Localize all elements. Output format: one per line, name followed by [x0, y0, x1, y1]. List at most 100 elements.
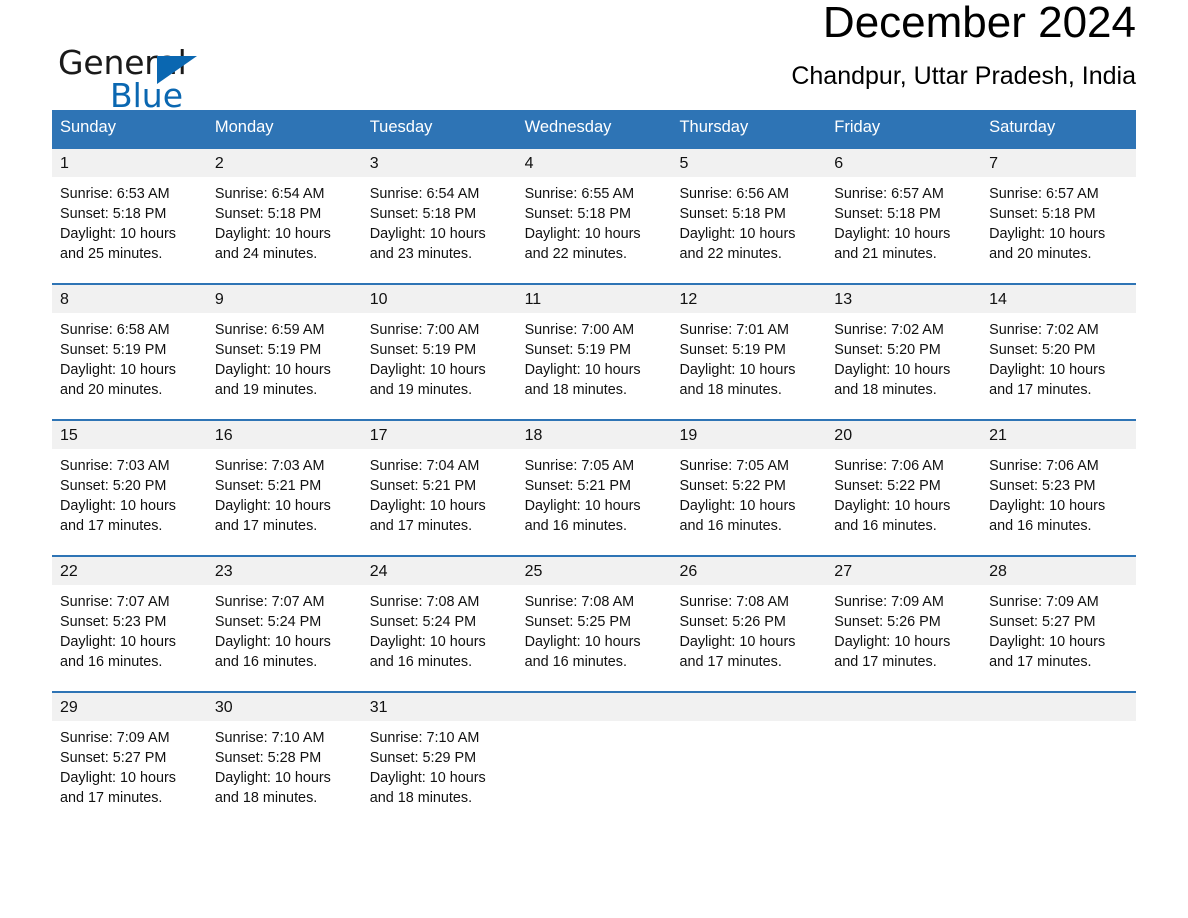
day-number: 27	[826, 556, 982, 585]
sunset-text: Sunset: 5:18 PM	[524, 205, 631, 222]
day-cell[interactable]: 31 Sunrise: 7:10 AM Sunset: 5:29 PM Dayligh…	[361, 692, 517, 827]
day-details: Sunrise: 7:09 AM Sunset: 5:27 PM Daylight:…	[981, 585, 1136, 672]
sunrise-text: Sunrise: 7:09 AM	[60, 729, 170, 746]
daylight-text-line2: and 19 minutes.	[369, 381, 473, 398]
sunset-text: Sunset: 5:25 PM	[524, 613, 631, 630]
day-cell[interactable]: 25 Sunrise: 7:08 AM Sunset: 5:25 PM Dayligh…	[516, 556, 672, 691]
daylight-text-line2: and 18 minutes.	[369, 789, 473, 806]
day-details: Sunrise: 6:59 AM Sunset: 5:19 PM Daylight:…	[207, 313, 362, 400]
daylight-text-line2: and 22 minutes.	[524, 245, 627, 262]
day-cell[interactable]: 21 Sunrise: 7:06 AM Sunset: 5:23 PM Dayligh…	[981, 420, 1137, 555]
sunset-text: Sunset: 5:27 PM	[60, 749, 167, 766]
day-cell-empty	[981, 692, 1137, 827]
day-cell[interactable]: 12 Sunrise: 7:01 AM Sunset: 5:19 PM Dayligh…	[671, 284, 827, 419]
daylight-text-line1: Daylight: 10 hours	[834, 497, 951, 514]
sunset-text: Sunset: 5:24 PM	[369, 613, 477, 630]
sunset-text: Sunset: 5:21 PM	[524, 477, 631, 494]
day-cell[interactable]: 27 Sunrise: 7:09 AM Sunset: 5:26 PM Dayligh…	[826, 556, 982, 691]
sunrise-text: Sunrise: 6:55 AM	[524, 185, 635, 202]
day-number: 30	[206, 692, 362, 721]
day-cell[interactable]: 9 Sunrise: 6:59 AM Sunset: 5:19 PM Daylight…	[206, 284, 362, 419]
day-cell[interactable]: 4 Sunrise: 6:55 AM Sunset: 5:18 PM Daylight…	[516, 148, 672, 283]
day-details: Sunrise: 7:08 AM Sunset: 5:24 PM Daylight:…	[362, 585, 517, 672]
sunrise-text: Sunrise: 7:04 AM	[369, 457, 480, 474]
day-cell[interactable]: 5 Sunrise: 6:56 AM Sunset: 5:18 PM Daylight…	[671, 148, 827, 283]
daylight-text-line2: and 16 minutes.	[524, 517, 627, 534]
sunset-text: Sunset: 5:18 PM	[834, 205, 941, 222]
day-cell[interactable]: 2 Sunrise: 6:54 AM Sunset: 5:18 PM Daylight…	[206, 148, 362, 283]
day-cell[interactable]: 18 Sunrise: 7:05 AM Sunset: 5:21 PM Dayligh…	[516, 420, 672, 555]
sunrise-text: Sunrise: 6:59 AM	[214, 321, 325, 338]
day-cell[interactable]: 23 Sunrise: 7:07 AM Sunset: 5:24 PM Dayligh…	[206, 556, 362, 691]
day-cell[interactable]: 17 Sunrise: 7:04 AM Sunset: 5:21 PM Dayligh…	[361, 420, 517, 555]
day-details: Sunrise: 7:08 AM Sunset: 5:26 PM Daylight:…	[671, 585, 826, 672]
day-cell[interactable]: 20 Sunrise: 7:06 AM Sunset: 5:22 PM Dayligh…	[826, 420, 982, 555]
sunset-text: Sunset: 5:23 PM	[60, 613, 167, 630]
day-number: 19	[671, 420, 827, 449]
day-details	[671, 721, 826, 728]
day-cell[interactable]: 3 Sunrise: 6:54 AM Sunset: 5:18 PM Daylight…	[361, 148, 517, 283]
daylight-text-line1: Daylight: 10 hours	[60, 497, 176, 514]
day-cell[interactable]: 10 Sunrise: 7:00 AM Sunset: 5:19 PM Dayligh…	[361, 284, 517, 419]
day-cell[interactable]: 11 Sunrise: 7:00 AM Sunset: 5:19 PM Dayligh…	[516, 284, 672, 419]
day-cell[interactable]: 1 Sunrise: 6:53 AM Sunset: 5:18 PM Daylight…	[52, 148, 207, 283]
weekday-friday: Friday	[834, 118, 881, 136]
day-cell[interactable]: 26 Sunrise: 7:08 AM Sunset: 5:26 PM Dayligh…	[671, 556, 827, 691]
day-number: 5	[671, 148, 827, 177]
day-details: Sunrise: 7:10 AM Sunset: 5:28 PM Daylight:…	[207, 721, 362, 808]
daylight-text-line1: Daylight: 10 hours	[989, 497, 1106, 514]
day-number	[981, 692, 1137, 721]
sunrise-text: Sunrise: 7:10 AM	[214, 729, 325, 746]
day-cell[interactable]: 19 Sunrise: 7:05 AM Sunset: 5:22 PM Dayligh…	[671, 420, 827, 555]
daylight-text-line1: Daylight: 10 hours	[834, 633, 951, 650]
day-number: 7	[981, 148, 1137, 177]
daylight-text-line2: and 17 minutes.	[60, 789, 163, 806]
day-cell[interactable]: 29 Sunrise: 7:09 AM Sunset: 5:27 PM Dayligh…	[52, 692, 207, 827]
sunset-text: Sunset: 5:22 PM	[834, 477, 941, 494]
day-cell[interactable]: 30 Sunrise: 7:10 AM Sunset: 5:28 PM Dayligh…	[206, 692, 362, 827]
day-details: Sunrise: 7:07 AM Sunset: 5:24 PM Daylight:…	[207, 585, 362, 672]
day-details: Sunrise: 6:57 AM Sunset: 5:18 PM Daylight:…	[826, 177, 981, 264]
page-title: December 2024	[822, 0, 1136, 47]
daylight-text-line1: Daylight: 10 hours	[679, 633, 796, 650]
daylight-text-line2: and 24 minutes.	[214, 245, 318, 262]
daylight-text-line2: and 22 minutes.	[679, 245, 782, 262]
daylight-text-line1: Daylight: 10 hours	[214, 497, 331, 514]
day-number: 26	[671, 556, 827, 585]
daylight-text-line2: and 16 minutes.	[679, 517, 782, 534]
day-details: Sunrise: 6:57 AM Sunset: 5:18 PM Daylight:…	[981, 177, 1136, 264]
day-cell[interactable]: 7 Sunrise: 6:57 AM Sunset: 5:18 PM Daylight…	[981, 148, 1137, 283]
day-details: Sunrise: 7:02 AM Sunset: 5:20 PM Daylight:…	[981, 313, 1136, 400]
day-cell[interactable]: 16 Sunrise: 7:03 AM Sunset: 5:21 PM Dayligh…	[206, 420, 362, 555]
daylight-text-line1: Daylight: 10 hours	[834, 225, 951, 242]
sunrise-text: Sunrise: 7:06 AM	[834, 457, 944, 474]
weekday-saturday: Saturday	[989, 118, 1056, 136]
sunset-text: Sunset: 5:18 PM	[214, 205, 322, 222]
daylight-text-line2: and 19 minutes.	[214, 381, 318, 398]
sunset-text: Sunset: 5:19 PM	[524, 341, 631, 358]
day-cell[interactable]: 22 Sunrise: 7:07 AM Sunset: 5:23 PM Dayligh…	[52, 556, 207, 691]
weekday-monday: Monday	[214, 118, 274, 136]
sunrise-text: Sunrise: 7:09 AM	[834, 593, 944, 610]
sunrise-text: Sunrise: 7:08 AM	[679, 593, 790, 610]
sunrise-text: Sunrise: 6:54 AM	[369, 185, 480, 202]
daylight-text-line2: and 23 minutes.	[369, 245, 473, 262]
daylight-text-line1: Daylight: 10 hours	[989, 633, 1106, 650]
day-cell[interactable]: 6 Sunrise: 6:57 AM Sunset: 5:18 PM Daylight…	[826, 148, 982, 283]
day-cell[interactable]: 8 Sunrise: 6:58 AM Sunset: 5:19 PM Daylight…	[52, 284, 207, 419]
day-cell[interactable]: 13 Sunrise: 7:02 AM Sunset: 5:20 PM Dayligh…	[826, 284, 982, 419]
sunset-text: Sunset: 5:27 PM	[989, 613, 1096, 630]
sunrise-text: Sunrise: 7:00 AM	[524, 321, 635, 338]
day-cell[interactable]: 15 Sunrise: 7:03 AM Sunset: 5:20 PM Dayligh…	[52, 420, 207, 555]
day-cell[interactable]: 14 Sunrise: 7:02 AM Sunset: 5:20 PM Dayligh…	[981, 284, 1137, 419]
sunset-text: Sunset: 5:24 PM	[214, 613, 322, 630]
day-cell[interactable]: 24 Sunrise: 7:08 AM Sunset: 5:24 PM Dayligh…	[361, 556, 517, 691]
day-details: Sunrise: 7:06 AM Sunset: 5:23 PM Daylight:…	[981, 449, 1136, 536]
day-details: Sunrise: 7:02 AM Sunset: 5:20 PM Daylight:…	[826, 313, 981, 400]
daylight-text-line1: Daylight: 10 hours	[679, 361, 796, 378]
day-cell[interactable]: 28 Sunrise: 7:09 AM Sunset: 5:27 PM Dayligh…	[981, 556, 1137, 691]
day-number: 6	[826, 148, 982, 177]
day-details: Sunrise: 7:00 AM Sunset: 5:19 PM Daylight:…	[362, 313, 517, 400]
sunset-text: Sunset: 5:18 PM	[369, 205, 477, 222]
day-number: 1	[52, 148, 207, 177]
